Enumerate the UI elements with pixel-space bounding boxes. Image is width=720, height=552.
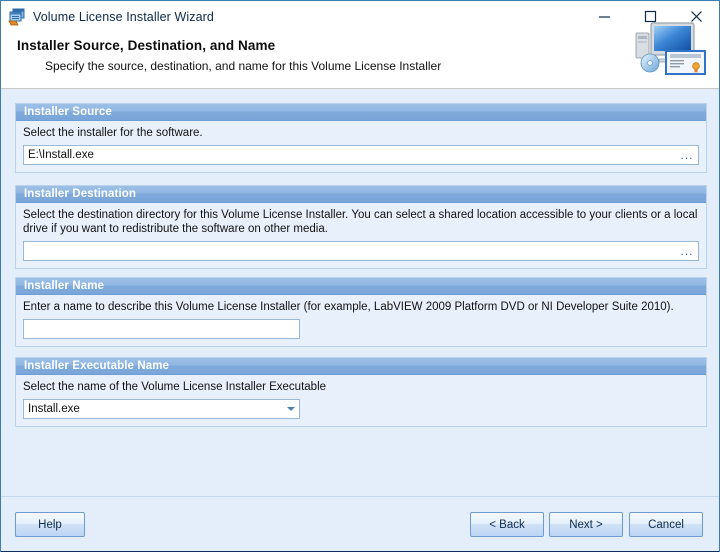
installer-executable-selected-value: Install.exe xyxy=(24,403,283,415)
title-bar: Volume License Installer Wizard xyxy=(1,1,719,32)
installer-name-input[interactable] xyxy=(23,319,300,339)
group-installer-name: Installer Name Enter a name to describe … xyxy=(15,277,707,347)
installer-executable-combobox[interactable]: Install.exe xyxy=(23,399,300,419)
group-installer-source: Installer Source Select the installer fo… xyxy=(15,103,707,173)
installer-destination-description: Select the destination directory for thi… xyxy=(23,208,699,236)
next-button[interactable]: Next > xyxy=(549,512,623,537)
group-header-installer-source: Installer Source xyxy=(16,104,706,121)
stacked-windows-icon xyxy=(8,8,26,26)
cancel-button[interactable]: Cancel xyxy=(629,512,703,537)
installer-source-browse-button[interactable]: ... xyxy=(676,146,698,164)
installer-destination-browse-button[interactable]: ... xyxy=(676,242,698,260)
installer-source-input[interactable]: E:\Install.exe ... xyxy=(23,145,699,165)
wizard-header: Installer Source, Destination, and Name … xyxy=(1,32,719,89)
wizard-body: Installer Source Select the installer fo… xyxy=(1,89,719,552)
installer-source-description: Select the installer for the software. xyxy=(23,126,699,140)
window-title: Volume License Installer Wizard xyxy=(33,10,214,24)
group-header-installer-destination: Installer Destination xyxy=(16,186,706,203)
minimize-icon[interactable] xyxy=(581,2,627,32)
installer-source-value: E:\Install.exe xyxy=(24,149,676,161)
group-header-installer-executable-name: Installer Executable Name xyxy=(16,358,706,375)
wizard-footer: Help < Back Next > Cancel xyxy=(1,496,719,552)
installer-destination-input[interactable]: ... xyxy=(23,241,699,261)
installer-executable-description: Select the name of the Volume License In… xyxy=(23,380,699,394)
page-title: Installer Source, Destination, and Name xyxy=(17,38,275,53)
help-button[interactable]: Help xyxy=(15,512,85,537)
group-installer-executable-name: Installer Executable Name Select the nam… xyxy=(15,357,707,427)
computer-cd-certificate-icon xyxy=(633,6,709,76)
page-subtitle: Specify the source, destination, and nam… xyxy=(45,59,441,73)
chevron-down-icon[interactable] xyxy=(283,407,299,411)
back-button[interactable]: < Back xyxy=(470,512,544,537)
wizard-window: Volume License Installer Wizard Installe… xyxy=(0,0,720,552)
group-installer-destination: Installer Destination Select the destina… xyxy=(15,185,707,269)
group-header-installer-name: Installer Name xyxy=(16,278,706,295)
installer-name-description: Enter a name to describe this Volume Lic… xyxy=(23,300,699,314)
